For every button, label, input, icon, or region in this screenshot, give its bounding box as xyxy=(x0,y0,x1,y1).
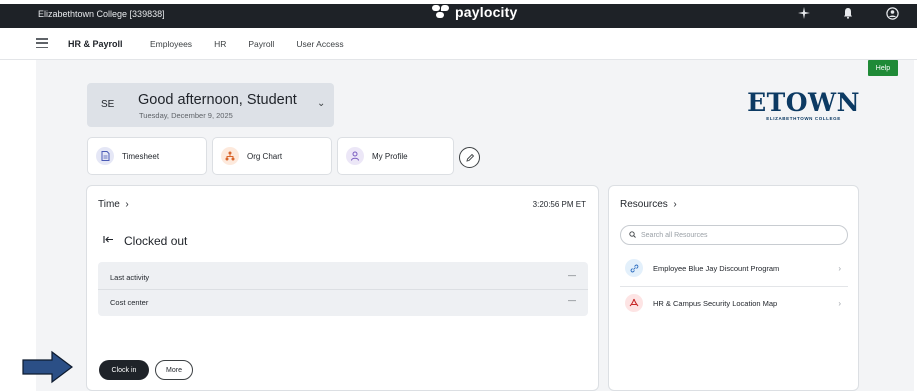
time-card-title[interactable]: Time › xyxy=(98,199,129,210)
nav-item-user-access[interactable]: User Access xyxy=(296,39,343,49)
nav-title[interactable]: HR & Payroll xyxy=(68,39,123,49)
chevron-right-icon: › xyxy=(838,298,841,308)
nav-bar: HR & Payroll Employees HR Payroll User A… xyxy=(0,28,917,60)
user-circle-icon[interactable] xyxy=(885,6,899,20)
company-name[interactable]: Elizabethtown College [339838] xyxy=(38,9,165,19)
pdf-icon xyxy=(625,294,643,312)
info-row-cost-center: Cost center — xyxy=(98,289,588,313)
resources-title-text: Resources xyxy=(620,199,668,210)
pencil-icon[interactable] xyxy=(459,147,480,168)
search-placeholder: Search all Resources xyxy=(641,231,708,239)
etown-logo-text: ETOWN xyxy=(747,88,860,117)
time-title-text: Time xyxy=(98,199,120,210)
nav-item-hr[interactable]: HR xyxy=(214,39,226,49)
resources-search-input[interactable]: Search all Resources xyxy=(620,225,848,245)
person-icon xyxy=(346,147,364,165)
logo-text: paylocity xyxy=(455,4,518,20)
resource-item-security-map[interactable]: HR & Campus Security Location Map › xyxy=(625,293,845,313)
info-row-last-activity: Last activity — xyxy=(98,265,588,289)
clock-status: Clocked out xyxy=(103,234,187,248)
arrow-right-icon xyxy=(22,350,73,384)
search-icon xyxy=(629,230,636,240)
info-label: Cost center xyxy=(110,298,149,307)
time-card: Time › 3:20:56 PM ET Clocked out Last ac… xyxy=(86,185,599,391)
quick-link-org-chart[interactable]: Org Chart xyxy=(212,137,332,175)
quick-link-my-profile[interactable]: My Profile xyxy=(337,137,454,175)
top-icons xyxy=(797,6,899,20)
main-content: Help SE Good afternoon, Student Tuesday,… xyxy=(36,60,914,391)
greeting-text: Good afternoon, Student xyxy=(138,92,297,108)
avatar-initials: SE xyxy=(101,99,115,110)
resources-title[interactable]: Resources › xyxy=(620,199,677,210)
etown-logo: ETOWN ELIZABETHTOWN COLLEGE xyxy=(747,88,860,122)
resource-label: HR & Campus Security Location Map xyxy=(653,298,778,308)
resources-card: Resources › Search all Resources Employe… xyxy=(608,185,859,391)
resource-item-discount-program[interactable]: Employee Blue Jay Discount Program › xyxy=(625,258,845,278)
quick-link-label: My Profile xyxy=(372,151,408,161)
document-icon xyxy=(96,147,114,165)
paylocity-logo[interactable]: paylocity xyxy=(432,4,518,20)
top-bar: Elizabethtown College [339838] paylocity xyxy=(0,0,917,28)
chevron-right-icon: › xyxy=(838,263,841,273)
more-button[interactable]: More xyxy=(155,360,193,380)
clock-out-icon xyxy=(103,234,114,248)
org-chart-icon xyxy=(221,147,239,165)
greeting-date: Tuesday, December 9, 2025 xyxy=(139,111,233,120)
quick-link-timesheet[interactable]: Timesheet xyxy=(87,137,207,175)
hamburger-menu-icon[interactable] xyxy=(36,38,48,48)
clock-status-text: Clocked out xyxy=(124,234,188,248)
nav-items: Employees HR Payroll User Access xyxy=(150,39,366,49)
chevron-right-icon: › xyxy=(125,199,129,210)
help-button[interactable]: Help xyxy=(868,60,898,76)
divider xyxy=(620,286,848,287)
chevron-down-icon[interactable]: ⌄ xyxy=(317,98,325,109)
paylocity-logo-icon xyxy=(432,5,450,19)
sparkle-icon[interactable] xyxy=(797,6,811,20)
quick-link-label: Timesheet xyxy=(122,151,160,161)
nav-item-employees[interactable]: Employees xyxy=(150,39,192,49)
info-label: Last activity xyxy=(110,273,150,282)
current-time: 3:20:56 PM ET xyxy=(532,200,586,209)
link-icon xyxy=(625,259,643,277)
clock-in-button[interactable]: Clock in xyxy=(99,360,149,380)
chevron-right-icon: › xyxy=(673,199,677,210)
bell-icon[interactable] xyxy=(841,6,855,20)
info-value: — xyxy=(568,296,576,305)
quick-link-label: Org Chart xyxy=(247,151,283,161)
activity-info-box: Last activity — Cost center — xyxy=(98,262,588,316)
greeting-card[interactable]: SE Good afternoon, Student Tuesday, Dece… xyxy=(87,83,334,127)
info-value: — xyxy=(568,271,576,280)
nav-item-payroll[interactable]: Payroll xyxy=(248,39,274,49)
resource-label: Employee Blue Jay Discount Program xyxy=(653,263,780,273)
